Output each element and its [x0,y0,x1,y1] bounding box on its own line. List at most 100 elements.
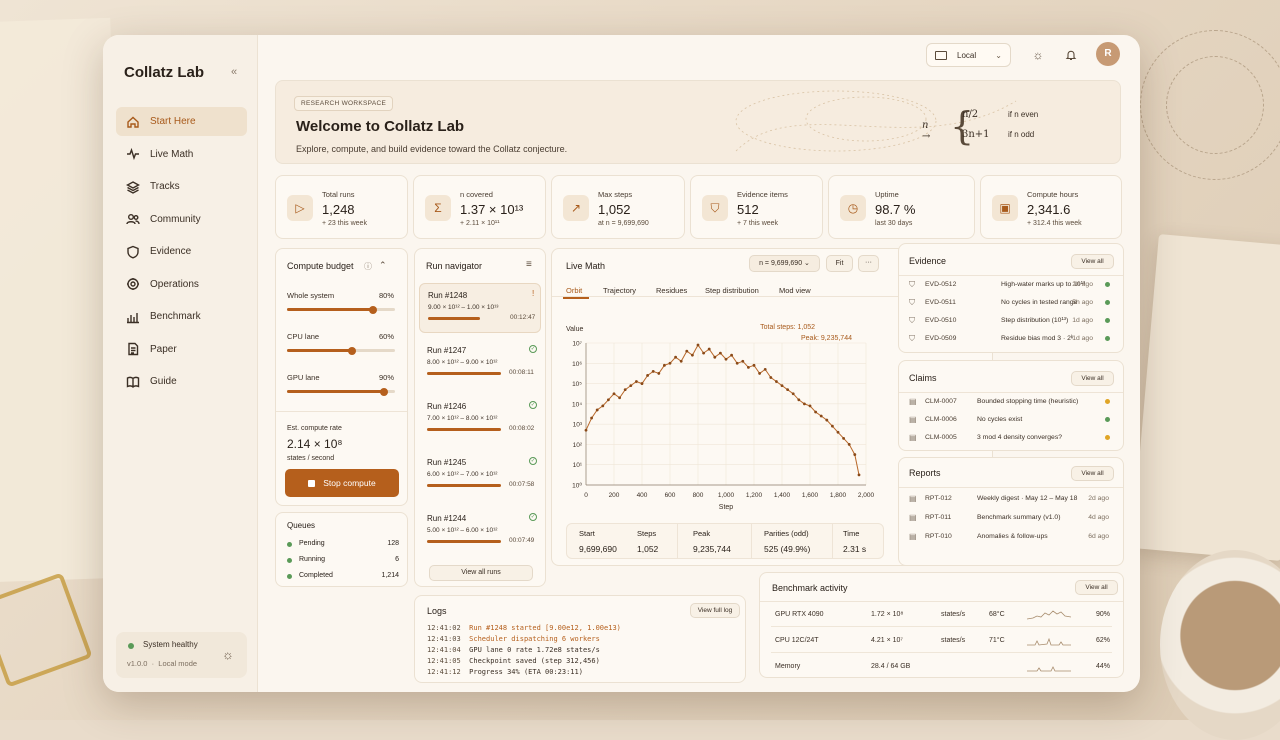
divider [899,487,1123,488]
sparkline [1027,610,1071,620]
avatar[interactable]: R [1096,42,1120,66]
divider [899,392,1123,393]
run-time: 00:12:47 [510,314,536,321]
check-circle-icon: ✓ [529,513,537,521]
sidebar-item-community[interactable]: Community [116,205,247,234]
tab-residues[interactable]: Residues [656,286,687,295]
orbit-point [847,443,851,446]
page-title: Welcome to Collatz Lab [296,118,465,135]
benchmark-view-all-button[interactable]: View all [1075,580,1118,595]
sidebar-item-paper[interactable]: Paper [116,335,247,364]
filter-icon[interactable]: ≡ [526,259,532,270]
stat-label: Evidence items [737,190,788,199]
orbit-point [747,365,750,369]
status-dot [1105,282,1110,287]
orbit-point [814,410,817,414]
info-icon[interactable]: ⓘ [364,261,372,272]
whole-system-slider[interactable] [287,305,395,314]
evidence-row[interactable]: ⛉ EVD-0510 Step distribution (10¹³) 1d ago [909,313,1113,331]
stat-value: 512 [737,202,759,217]
theme-toggle-icon[interactable]: ☼ [222,647,234,662]
x-tick-label: 400 [637,492,648,499]
claims-title: Claims [909,373,937,383]
slider-fill [287,349,352,352]
orbit-point [623,388,627,392]
cpu-lane-slider[interactable] [287,346,395,355]
sidebar-item-guide[interactable]: Guide [116,367,247,396]
claim-row[interactable]: ▤ CLM-0007 Bounded stopping time (heuristi… [909,394,1113,412]
y-tick-label: 10⁶ [572,361,582,368]
orbit-chart[interactable]: Value Total steps: 1,052 Peak: 9,235,744 10… [560,317,880,517]
total-steps-label: Total steps: 1,052 [760,324,815,331]
view-full-log-button[interactable]: View full log [690,603,740,618]
x-tick-label: 0 [584,492,588,499]
orbit-point [808,404,812,408]
notification-bell-icon[interactable] [1061,45,1081,65]
slider-knob[interactable] [347,346,356,355]
sidebar-item-benchmark[interactable]: Benchmark [116,302,247,331]
x-tick-label: 1,400 [774,492,791,499]
run-card[interactable]: Run #1248 ! 9.00 × 10¹² – 1.00 × 10¹³ 00… [419,283,541,333]
n-select[interactable]: n = 9,699,690 ⌄ [749,255,820,272]
status-dot [1105,300,1110,305]
more-options-icon[interactable]: ··· [858,255,879,272]
report-row[interactable]: ▤ RPT-010 Anomalies & follow-ups 6d ago [909,529,1113,547]
report-row[interactable]: ▤ RPT-011 Benchmark summary (v1.0) 4d ago [909,510,1113,528]
sidebar-item-tracks[interactable]: Tracks [116,172,247,201]
sidebar-item-label: Start Here [150,116,196,127]
log-message: Checkpoint saved (step 312,456) [469,657,600,665]
run-card[interactable]: Run #1244 ✓ 5.00 × 10¹² – 6.00 × 10¹² 00… [419,507,541,557]
peak-label: Peak: 9,235,744 [801,335,852,342]
slider-knob[interactable] [380,387,389,396]
theme-sun-icon[interactable]: ☼ [1028,45,1048,65]
sidebar-item-start-here[interactable]: Start Here [116,107,247,136]
y-axis-label: Value [566,326,583,333]
chevron-up-icon[interactable]: ⌃ [379,260,387,271]
book-icon [126,376,140,388]
sidebar-item-live-math[interactable]: Live Math [116,140,247,169]
claim-row[interactable]: ▤ CLM-0005 3 mod 4 density converges? [909,430,1113,448]
orbit-point [691,353,694,357]
fit-button[interactable]: Fit [826,255,853,272]
stat-label: Total runs [322,190,355,199]
run-card[interactable]: Run #1247 ✓ 8.00 × 10¹² – 9.00 × 10¹² 00… [419,339,541,389]
y-tick-label: 10⁷ [572,341,582,348]
evidence-row[interactable]: ⛉ EVD-0512 High-water marks up to 10¹³ 2h a… [909,277,1113,295]
evidence-row[interactable]: ⛉ EVD-0511 No cycles in tested range 5h ago [909,295,1113,313]
claims-view-all-button[interactable]: View all [1071,371,1114,386]
stat-uptime: ◷ Uptime 98.7 % last 30 days [828,175,975,239]
evidence-row[interactable]: ⛉ EVD-0509 Residue bias mod 3 · 2ᵏ 1d ago [909,331,1113,349]
evidence-view-all-button[interactable]: View all [1071,254,1114,269]
sidebar-item-evidence[interactable]: Evidence [116,237,247,266]
tab-orbit[interactable]: Orbit [566,286,582,295]
benchmark-title: Benchmark activity [772,583,848,593]
tab-mod-view[interactable]: Mod view [779,286,811,295]
x-tick-label: 1,200 [746,492,763,499]
claim-row[interactable]: ▤ CLM-0006 No cycles exist [909,412,1113,430]
evidence-time: 1d ago [1072,317,1093,324]
view-all-runs-button[interactable]: View all runs [429,565,533,581]
bar-chart-icon [127,312,139,323]
run-time: 00:07:58 [509,481,535,488]
reports-view-all-button[interactable]: View all [1071,466,1114,481]
collapse-sidebar-icon[interactable]: « [231,66,237,78]
run-card[interactable]: Run #1245 ✓ 6.00 × 10¹² – 7.00 × 10¹² 00… [419,451,541,501]
stop-icon [308,479,316,487]
sidebar-item-label: Tracks [150,181,180,192]
compute-budget-panel: Compute budget ⓘ ⌃ Whole system 80% CPU … [275,248,408,506]
report-row[interactable]: ▤ RPT-012 Weekly digest · May 12 – May 18 2… [909,491,1113,509]
document-icon: ▤ [909,494,917,503]
sidebar-item-operations[interactable]: Operations [116,270,247,299]
slider-value: 90% [379,373,395,382]
orbit-point [842,436,845,440]
tab-step-distribution[interactable]: Step distribution [705,286,759,295]
queue-count: 6 [395,556,399,563]
run-card[interactable]: Run #1246 ✓ 7.00 × 10¹² – 8.00 × 10¹² 00… [419,395,541,445]
slider-knob[interactable] [369,305,378,314]
stop-compute-button[interactable]: Stop compute [285,469,399,497]
environment-select[interactable]: Local ⌄ [926,43,1011,67]
orbit-point [668,361,672,365]
gpu-lane-slider[interactable] [287,387,395,396]
sidebar-item-label: Paper [150,343,177,355]
tab-trajectory[interactable]: Trajectory [603,286,636,295]
